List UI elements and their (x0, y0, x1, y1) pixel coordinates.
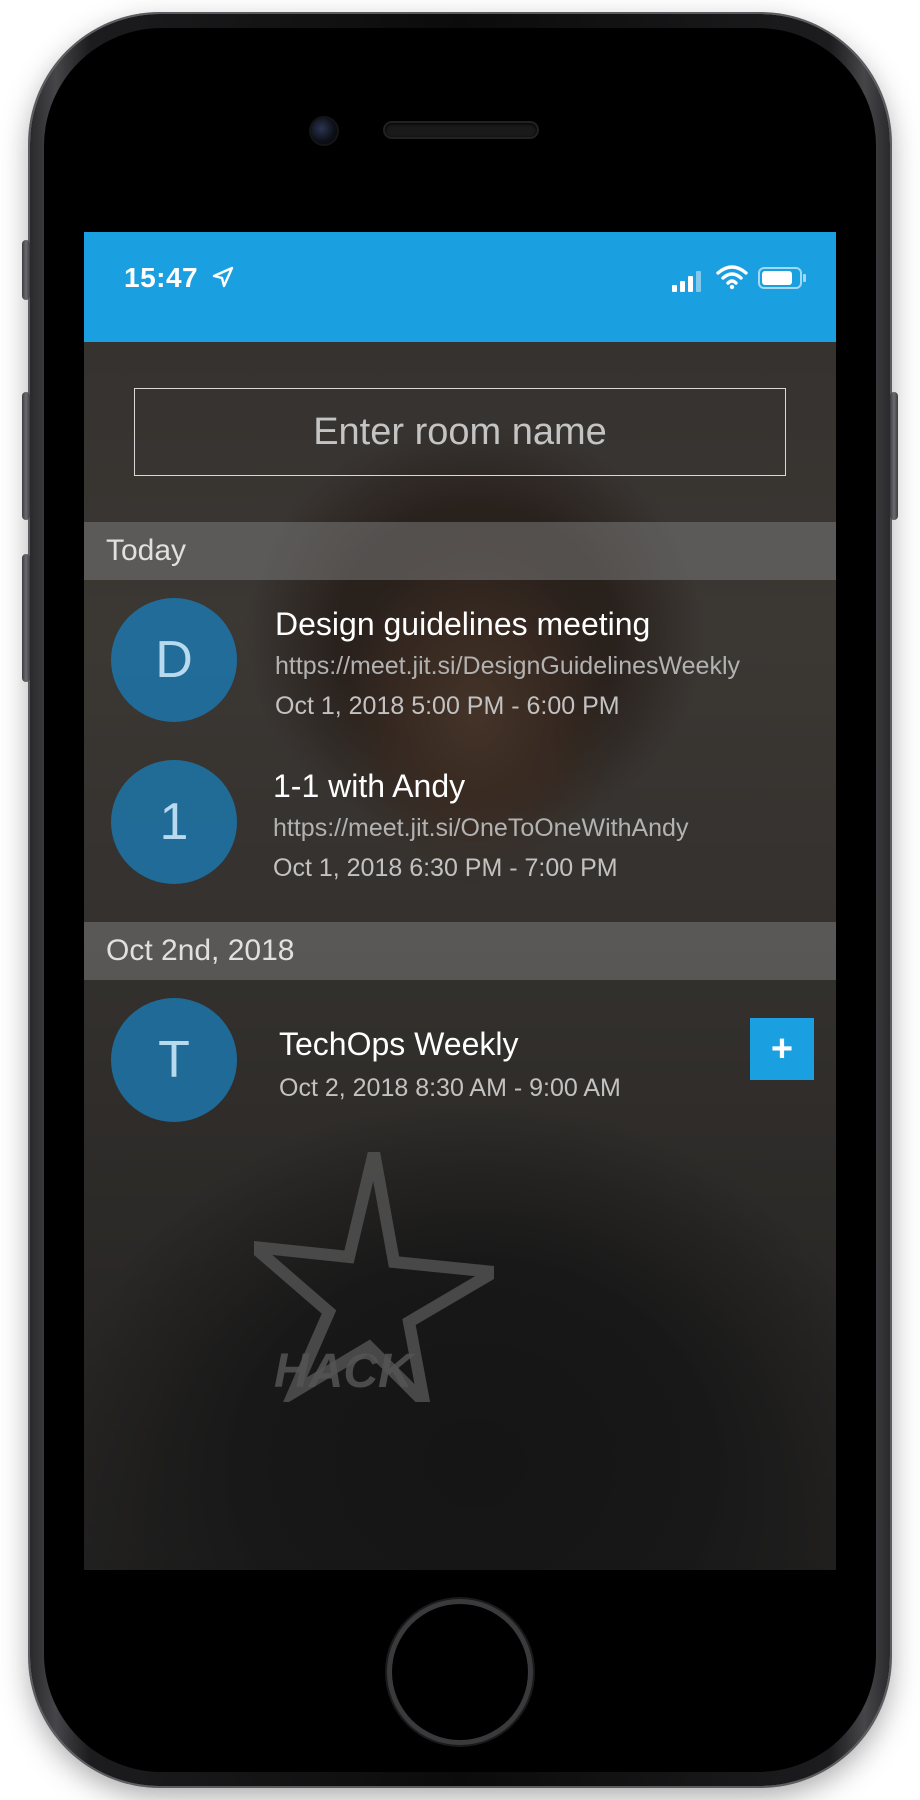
earpiece-speaker (385, 123, 537, 137)
event-url: https://meet.jit.si/DesignGuidelinesWeek… (275, 652, 741, 680)
location-arrow-icon (212, 266, 234, 288)
mute-switch (22, 240, 30, 300)
wifi-icon (716, 265, 748, 290)
battery-icon (758, 267, 806, 289)
section-header-today: Today (84, 522, 836, 580)
add-to-calendar-button[interactable]: + (750, 1018, 814, 1080)
event-avatar: 1 (111, 760, 237, 884)
section-header-oct-2nd: Oct 2nd, 2018 (84, 922, 836, 980)
status-bar: 15:47 (84, 232, 836, 342)
event-time: Oct 1, 2018 5:00 PM - 6:00 PM (275, 692, 620, 720)
home-button[interactable] (392, 1604, 528, 1740)
event-item-1-1-with-andy[interactable]: 1 1-1 with Andy https://meet.jit.si/OneT… (84, 744, 836, 904)
event-title: Design guidelines meeting (275, 606, 651, 642)
event-avatar: T (111, 998, 237, 1122)
status-time: 15:47 (124, 262, 199, 293)
front-camera (311, 118, 337, 144)
event-time: Oct 1, 2018 6:30 PM - 7:00 PM (273, 854, 618, 882)
app-screen: HACK 15:47 Today D Design guidelines mee (84, 232, 836, 1570)
event-time: Oct 2, 2018 8:30 AM - 9:00 AM (279, 1074, 621, 1102)
event-item-techops-weekly[interactable]: T TechOps Weekly Oct 2, 2018 8:30 AM - 9… (84, 982, 836, 1132)
cellular-signal-icon (672, 271, 701, 292)
plus-icon: + (770, 1028, 794, 1070)
event-title: 1-1 with Andy (273, 768, 466, 804)
power-button (890, 392, 898, 520)
event-item-design-guidelines[interactable]: D Design guidelines meeting https://meet… (84, 582, 836, 742)
event-title: TechOps Weekly (279, 1026, 519, 1062)
volume-up-button (22, 392, 30, 520)
event-url: https://meet.jit.si/OneToOneWithAndy (273, 814, 689, 842)
room-name-input[interactable] (134, 388, 786, 476)
volume-down-button (22, 554, 30, 682)
event-avatar: D (111, 598, 237, 722)
